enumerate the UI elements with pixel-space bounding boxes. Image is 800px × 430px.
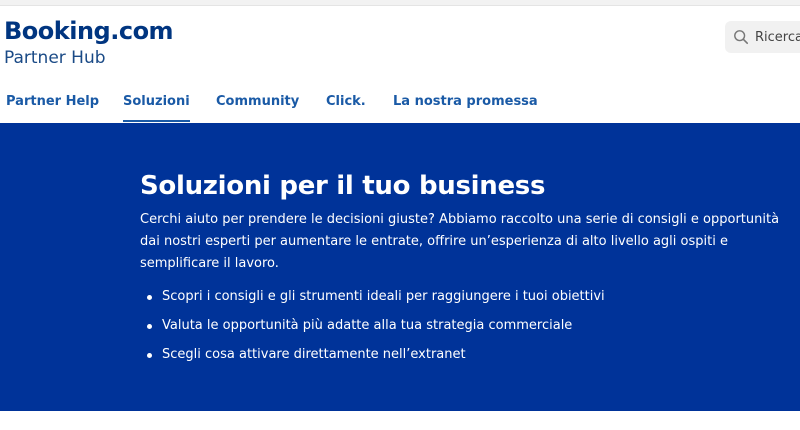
nav-item-community[interactable]: Community: [216, 88, 299, 122]
hero-title: Soluzioni per il tuo business: [140, 171, 546, 201]
hero-banner: Soluzioni per il tuo business Cerchi aiu…: [0, 123, 800, 411]
hero-bullet-list: Scopri i consigli e gli strumenti ideali…: [140, 287, 605, 374]
bullet-item: Valuta le opportunità più adatte alla tu…: [140, 316, 605, 336]
bullet-item: Scegli cosa attivare direttamente nell’e…: [140, 345, 605, 365]
nav-item-la-nostra-promessa[interactable]: La nostra promessa: [393, 88, 538, 122]
bullet-dot-icon: [147, 324, 152, 329]
search-box[interactable]: [725, 21, 800, 53]
page: Booking.com Partner Hub Partner Help Sol…: [0, 0, 800, 430]
bullet-dot-icon: [147, 295, 152, 300]
nav-item-click[interactable]: Click.: [326, 88, 366, 122]
bullet-dot-icon: [147, 353, 152, 358]
hero-description: Cerchi aiuto per prendere le decisioni g…: [140, 212, 780, 271]
partner-hub-subtitle: Partner Hub: [4, 48, 106, 68]
booking-logo[interactable]: Booking.com: [4, 18, 174, 44]
search-icon: [734, 30, 749, 45]
browser-top-strip: [0, 0, 800, 6]
main-nav: Partner Help Soluzioni Community Click. …: [0, 88, 800, 124]
bullet-text: Scegli cosa attivare direttamente nell’e…: [162, 347, 466, 362]
nav-item-partner-help[interactable]: Partner Help: [6, 88, 99, 122]
search-input[interactable]: [755, 29, 800, 45]
bullet-text: Scopri i consigli e gli strumenti ideali…: [162, 289, 605, 304]
brand[interactable]: Booking.com Partner Hub: [4, 18, 174, 68]
nav-item-soluzioni[interactable]: Soluzioni: [123, 88, 190, 122]
bullet-item: Scopri i consigli e gli strumenti ideali…: [140, 287, 605, 307]
bullet-text: Valuta le opportunità più adatte alla tu…: [162, 318, 573, 333]
